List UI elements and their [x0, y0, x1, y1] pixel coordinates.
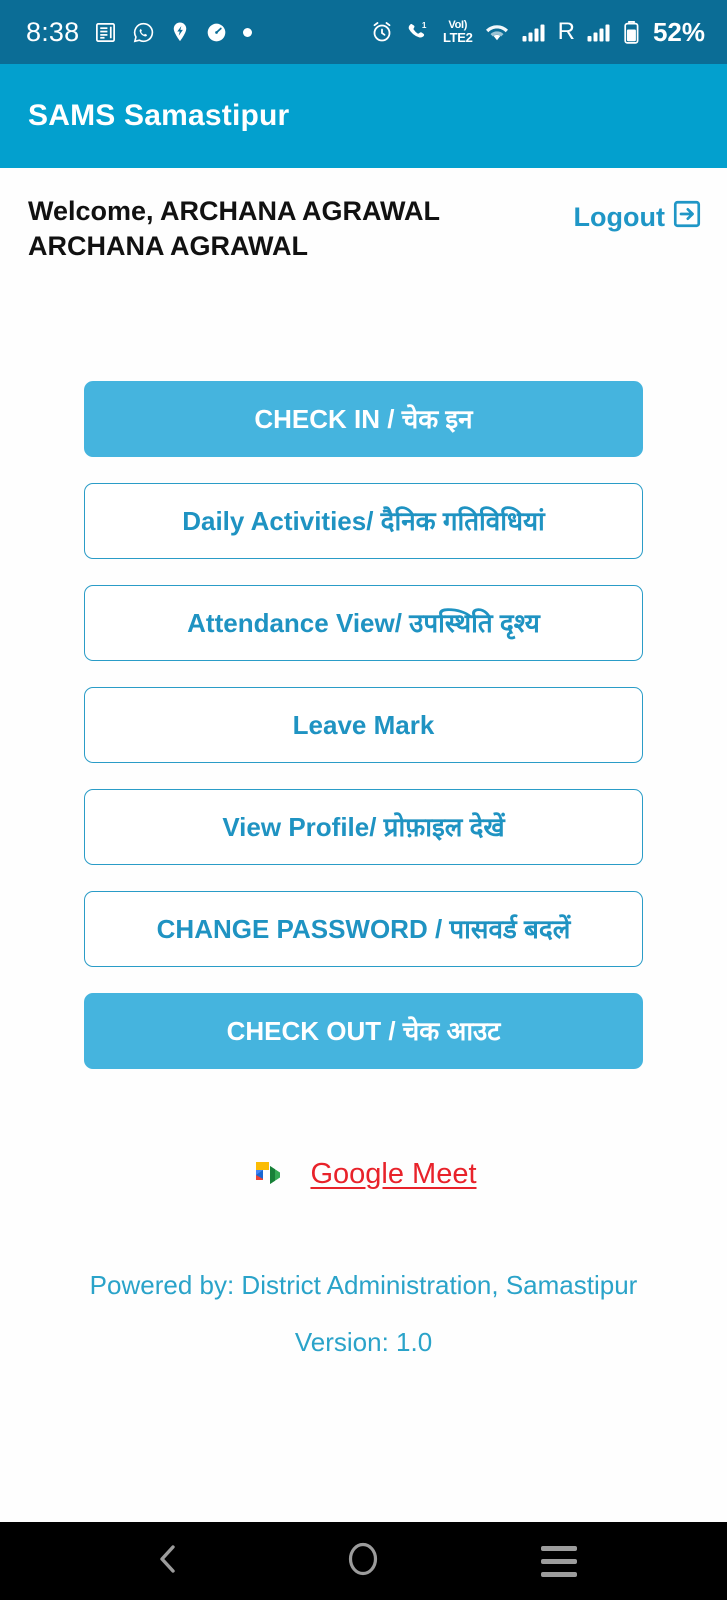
news-icon	[94, 21, 117, 44]
signal-bars-icon	[521, 21, 547, 43]
alarm-icon	[370, 20, 394, 44]
version-text: Version: 1.0	[294, 1327, 433, 1358]
google-meet-link[interactable]: Google Meet	[0, 1153, 727, 1196]
attendance-view-button[interactable]: Attendance View/ उपस्थिति दृश्य	[84, 585, 643, 662]
status-bar: 8:38 1 VoI) LTE2 R 52%	[0, 0, 727, 64]
back-chevron-icon	[154, 1541, 182, 1582]
phone-screen: 8:38 1 VoI) LTE2 R 52% SAMS Samastipur W…	[0, 0, 727, 1600]
logout-label: Logout	[573, 202, 665, 232]
check-out-button[interactable]: CHECK OUT / चेक आउट	[84, 993, 643, 1070]
nav-back-button[interactable]	[123, 1522, 213, 1600]
volte-icon: VoI) LTE2	[442, 19, 473, 45]
footer: Powered by: District Administration, Sam…	[0, 1270, 727, 1358]
wifi-icon	[484, 21, 510, 43]
recents-menu-icon	[541, 1545, 578, 1577]
battery-icon	[623, 20, 640, 45]
status-bar-left: 8:38	[26, 16, 253, 48]
signal-bars-icon-2	[586, 21, 612, 43]
welcome-row: Welcome, ARCHANA AGRAWAL ARCHANA AGRAWAL…	[0, 168, 727, 263]
logout-exit-icon	[671, 198, 703, 237]
view-profile-button[interactable]: View Profile/ प्रोफ़ाइल देखें	[84, 789, 643, 866]
android-nav-bar	[0, 1522, 727, 1600]
nav-recents-button[interactable]	[514, 1522, 604, 1600]
powered-by-text: Powered by: District Administration, Sam…	[89, 1270, 638, 1301]
leave-mark-button[interactable]: Leave Mark	[84, 687, 643, 764]
dot-icon	[243, 27, 253, 37]
daily-activities-button[interactable]: Daily Activities/ दैनिक गतिविधियां	[84, 483, 643, 560]
check-in-button[interactable]: CHECK IN / चेक इन	[84, 381, 643, 458]
speedometer-icon	[205, 21, 228, 44]
status-bar-right: 1 VoI) LTE2 R 52%	[370, 17, 705, 48]
google-meet-label: Google Meet	[310, 1158, 477, 1191]
svg-text:1: 1	[422, 21, 427, 30]
welcome-message: Welcome, ARCHANA AGRAWAL ARCHANA AGRAWAL	[28, 196, 440, 261]
app-bar: SAMS Samastipur	[0, 64, 727, 168]
call-forward-icon: 1	[405, 20, 432, 44]
whatsapp-icon	[132, 21, 155, 44]
location-pin-icon	[170, 21, 190, 44]
app-title: SAMS Samastipur	[28, 99, 290, 132]
home-circle-icon	[346, 1540, 380, 1583]
logout-button[interactable]: Logout	[574, 194, 703, 237]
change-password-button[interactable]: CHANGE PASSWORD / पासवर्ड बदलें	[84, 891, 643, 968]
nav-home-button[interactable]	[318, 1522, 408, 1600]
status-bar-clock: 8:38	[26, 16, 80, 47]
roaming-indicator: R	[557, 18, 575, 45]
google-meet-icon	[250, 1153, 294, 1196]
battery-percent: 52%	[652, 16, 705, 47]
action-button-stack: CHECK IN / चेक इन Daily Activities/ दैनि…	[0, 381, 727, 1070]
